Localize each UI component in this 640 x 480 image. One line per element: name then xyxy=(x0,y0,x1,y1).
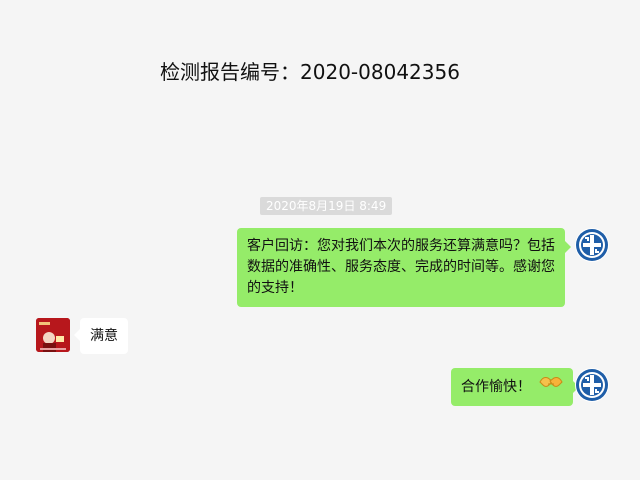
company-logo-avatar[interactable] xyxy=(575,368,609,402)
report-title: 检测报告编号：2020-08042356 xyxy=(160,60,460,84)
company-logo-icon xyxy=(576,229,608,261)
message-text: 满意 xyxy=(90,328,118,344)
message-timestamp: 2020年8月19日 8:49 xyxy=(260,197,393,215)
customer-avatar-image xyxy=(36,318,70,352)
outgoing-message-bubble[interactable]: 合作愉快！ xyxy=(451,368,580,406)
message-text: 客户回访：您对我们本次的服务还算满意吗？包括数据的准确性、服务态度、完成的时间等… xyxy=(247,238,555,296)
incoming-message-bubble[interactable]: 满意 xyxy=(74,318,128,354)
customer-avatar[interactable] xyxy=(36,318,70,352)
company-logo-avatar[interactable] xyxy=(575,228,609,262)
company-logo-icon xyxy=(576,369,608,401)
message-text: 合作愉快！ xyxy=(461,379,531,395)
outgoing-message-bubble[interactable]: 客户回访：您对我们本次的服务还算满意吗？包括数据的准确性、服务态度、完成的时间等… xyxy=(237,228,571,307)
handshake-icon xyxy=(539,368,564,406)
